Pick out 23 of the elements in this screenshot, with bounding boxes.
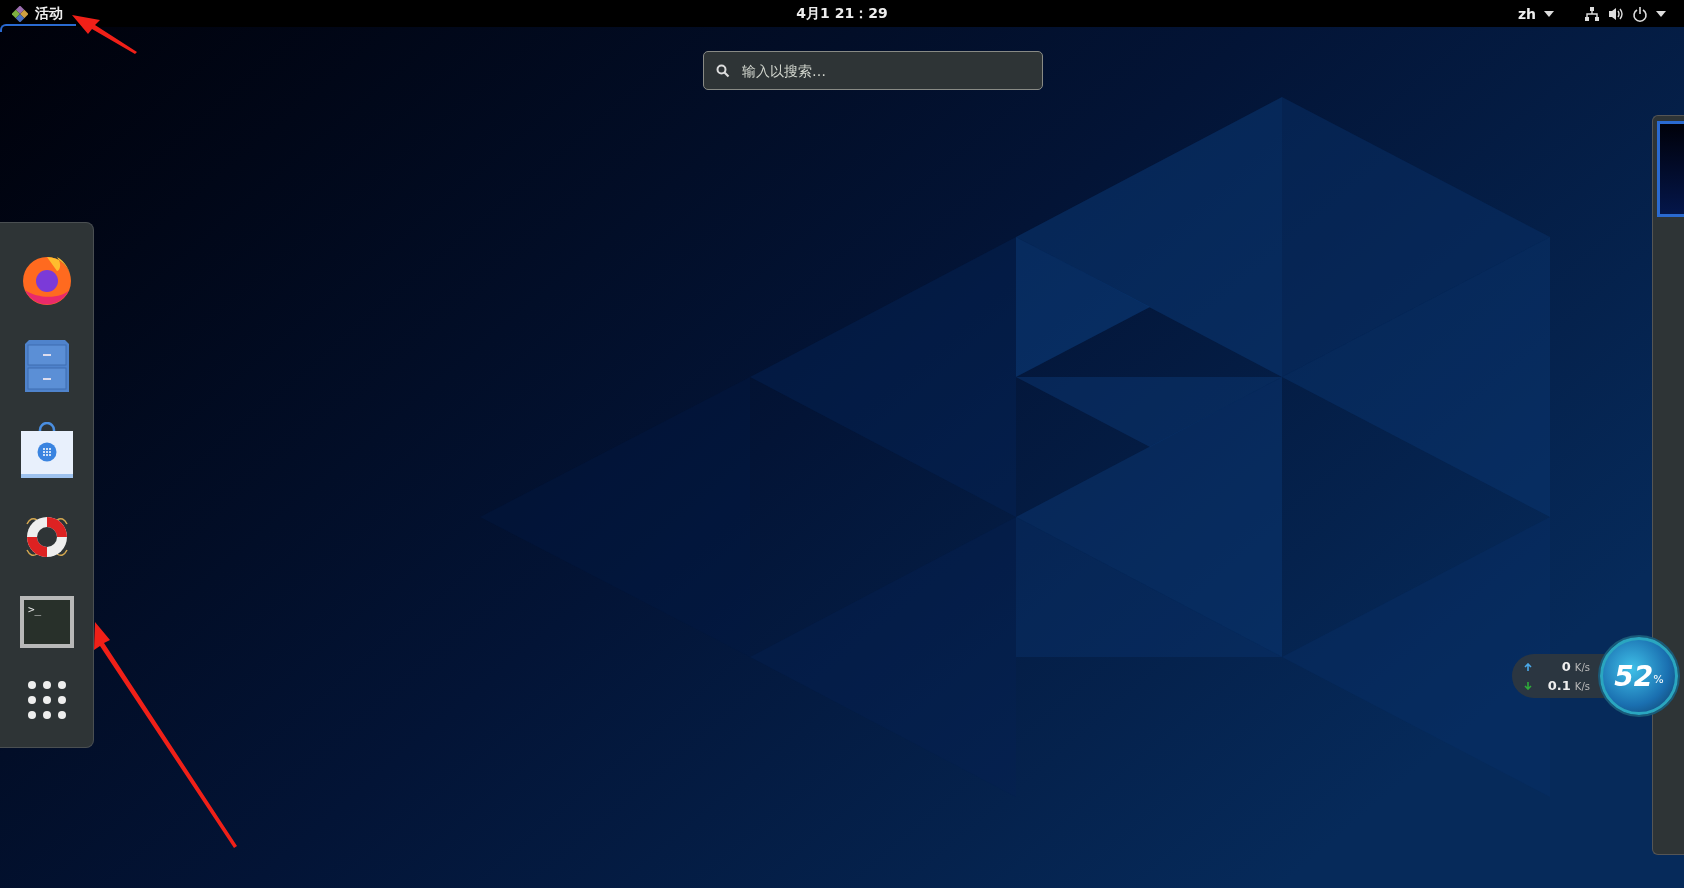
app-grid-icon[interactable] [26, 680, 67, 720]
speed-unit: K/s [1574, 662, 1591, 673]
workspace-thumbnail[interactable] [1657, 121, 1684, 217]
logo-icon [12, 5, 28, 22]
volume-icon[interactable] [1608, 5, 1624, 22]
terminal-icon[interactable]: >_ [18, 594, 75, 650]
activities-button[interactable]: 活动 [8, 4, 63, 23]
upload-arrow-icon [1523, 663, 1532, 671]
upload-speed: 0 [1561, 659, 1571, 674]
gauge-unit: % [1653, 672, 1664, 686]
caret-icon [1656, 10, 1666, 17]
language-button[interactable]: zh [1517, 5, 1536, 22]
clock-button[interactable]: 4月1 21：29 [796, 4, 888, 23]
download-speed: 0.1 [1547, 678, 1571, 693]
caret-icon [1544, 10, 1554, 17]
search-field[interactable]: 输入以搜索… [703, 51, 1043, 90]
speed-unit: K/s [1574, 681, 1591, 692]
shopping-bag-icon[interactable] [18, 422, 75, 478]
download-arrow-icon [1523, 682, 1532, 690]
gauge-value: 52 [1614, 659, 1654, 693]
arrow-annotation [72, 15, 137, 54]
network-icon[interactable] [1584, 5, 1600, 22]
power-icon[interactable] [1632, 5, 1648, 22]
